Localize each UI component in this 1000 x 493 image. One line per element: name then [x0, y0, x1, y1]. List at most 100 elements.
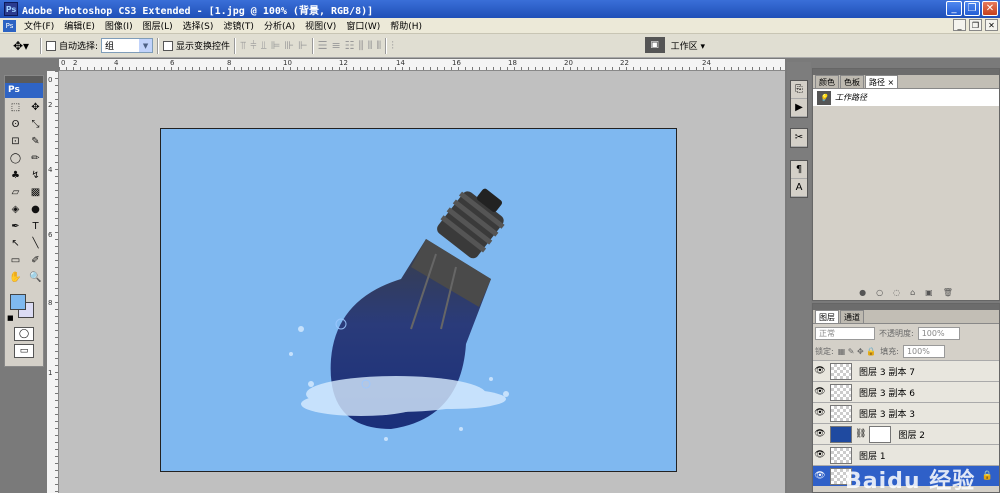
line-tool-icon[interactable]: ╲ [26, 235, 45, 251]
auto-align-layers-icon[interactable]: ⫶ [391, 39, 394, 53]
history-panel-icon[interactable]: ⎘ [791, 81, 807, 99]
stroke-path-icon[interactable]: ○ [876, 288, 883, 300]
blur-tool-icon[interactable]: ◈ [6, 201, 25, 217]
paragraph-panel-icon[interactable]: ¶ [791, 161, 807, 179]
actions-panel-icon[interactable]: ▶ [791, 99, 807, 117]
quick-mask-button[interactable]: ◯ [14, 327, 34, 341]
blend-mode-dropdown[interactable]: 正常 [815, 326, 875, 340]
camera-icon[interactable]: ▣ [644, 37, 665, 53]
tab-swatches[interactable]: 色板 [840, 75, 864, 88]
gradient-tool-icon[interactable]: ▩ [26, 184, 45, 200]
screen-mode-button[interactable]: ▭ [14, 344, 34, 358]
distribute-left-icon[interactable]: ⫼ [359, 39, 364, 53]
doc-minimize-button[interactable]: _ [953, 19, 966, 31]
eye-icon[interactable]: 👁 [813, 450, 827, 460]
align-right-icon[interactable]: ⊩ [298, 39, 308, 53]
eraser-tool-icon[interactable]: ▱ [6, 184, 25, 200]
doc-restore-button[interactable]: ❐ [969, 19, 982, 31]
photoshop-logo[interactable]: Ps [5, 83, 43, 98]
menu-view[interactable]: 视图(V) [300, 19, 341, 32]
panel-grip[interactable] [5, 76, 43, 83]
tab-paths[interactable]: 路径 × [865, 75, 899, 88]
foreground-color-swatch[interactable] [10, 294, 26, 310]
brush-tool-icon[interactable]: ✏ [26, 150, 45, 166]
eye-icon[interactable]: 👁 [813, 387, 827, 397]
zoom-tool-icon[interactable]: 🔍 [26, 269, 45, 285]
distribute-hcenter-icon[interactable]: ⦀ [368, 39, 373, 53]
layer-row[interactable]: 👁 图层 1 [813, 444, 999, 465]
opacity-field[interactable]: 100% [917, 326, 960, 340]
chain-link-icon[interactable]: ⛓ [855, 429, 866, 439]
hand-tool-icon[interactable]: ✋ [6, 269, 25, 285]
fill-path-icon[interactable]: ● [859, 288, 866, 300]
menu-analysis[interactable]: 分析(A) [259, 19, 300, 32]
clone-stamp-tool-icon[interactable]: ♣ [6, 167, 25, 183]
lasso-tool-icon[interactable]: ʘ [6, 116, 25, 132]
show-transform-checkbox[interactable]: 显示变换控件 [163, 39, 230, 52]
eyedropper-tool-icon[interactable]: ✐ [26, 252, 45, 268]
align-hcenter-icon[interactable]: ⊪ [284, 39, 294, 53]
tool-presets-icon[interactable]: ✂ [791, 129, 807, 147]
eye-icon[interactable]: 👁 [813, 366, 827, 376]
distribute-vcenter-icon[interactable]: ≡ [331, 39, 340, 53]
slice-tool-icon[interactable]: ✎ [26, 133, 45, 149]
menu-help[interactable]: 帮助(H) [385, 19, 427, 32]
menu-image[interactable]: 图像(I) [100, 19, 138, 32]
path-item[interactable]: 💡 工作路径 [813, 89, 999, 106]
make-path-icon[interactable]: ⌂ [910, 288, 915, 300]
healing-brush-tool-icon[interactable]: ◯ [6, 150, 25, 166]
align-top-icon[interactable]: ⫪ [240, 39, 246, 53]
doc-close-button[interactable]: ✕ [985, 19, 998, 31]
delete-path-icon[interactable]: 🗑 [943, 288, 953, 300]
checkbox-icon[interactable] [46, 40, 56, 51]
move-tool-icon[interactable]: ✥▾ [6, 37, 36, 55]
tab-layers[interactable]: 图层 [815, 310, 839, 323]
layer-row[interactable]: 👁 ⛓ 图层 2 [813, 423, 999, 444]
type-tool-icon[interactable]: T [26, 218, 45, 234]
menu-filter[interactable]: 滤镜(T) [218, 19, 259, 32]
image-canvas[interactable] [160, 128, 677, 472]
checkbox-icon[interactable] [163, 40, 174, 51]
eye-icon[interactable]: 👁 [813, 429, 827, 439]
close-button[interactable]: ✕ [982, 1, 998, 16]
lock-icons[interactable]: ▦ ✎ ✥ 🔒 [838, 347, 877, 356]
menu-file[interactable]: 文件(F) [19, 19, 59, 32]
character-panel-icon[interactable]: A [791, 179, 807, 197]
path-selection-tool-icon[interactable]: ↖ [6, 235, 25, 251]
eye-icon[interactable]: 👁 [813, 408, 827, 418]
tab-channels[interactable]: 通道 [840, 310, 864, 323]
layer-mask-thumbnail[interactable] [869, 425, 892, 443]
dodge-tool-icon[interactable]: ● [26, 201, 45, 217]
new-path-icon[interactable]: ▣ [925, 288, 933, 300]
align-left-icon[interactable]: ⊫ [271, 39, 281, 53]
auto-select-dropdown[interactable]: 组 ▼ [101, 38, 154, 53]
marquee-tool-icon[interactable]: ⬚ [6, 99, 25, 115]
menu-edit[interactable]: 编辑(E) [59, 19, 100, 32]
align-bottom-icon[interactable]: ⫫ [261, 39, 267, 53]
distribute-top-icon[interactable]: ☰ [318, 39, 328, 53]
default-colors-icon[interactable]: ■ [7, 314, 14, 322]
align-vcenter-icon[interactable]: ⫩ [250, 39, 256, 53]
move-tool-icon[interactable]: ✥ [26, 99, 45, 115]
menu-select[interactable]: 选择(S) [178, 19, 219, 32]
minimize-button[interactable]: _ [946, 1, 962, 16]
document-workspace[interactable] [59, 71, 785, 493]
menu-window[interactable]: 窗口(W) [341, 19, 385, 32]
layer-row[interactable]: 👁 图层 3 副本 7 [813, 360, 999, 381]
chevron-down-icon[interactable]: ▼ [139, 39, 153, 52]
crop-tool-icon[interactable]: ⊡ [6, 133, 25, 149]
pen-tool-icon[interactable]: ✒ [6, 218, 25, 234]
menu-layer[interactable]: 图层(L) [138, 19, 178, 32]
document-icon[interactable]: Ps [3, 19, 16, 32]
auto-select-checkbox[interactable]: 自动选择: [46, 39, 98, 52]
distribute-right-icon[interactable]: ⫴ [376, 39, 381, 53]
fill-field[interactable]: 100% [902, 344, 945, 358]
restore-button[interactable]: ❐ [964, 1, 980, 16]
workspace-button[interactable]: 工作区 ▾ [671, 39, 705, 52]
notes-tool-icon[interactable]: ▭ [6, 252, 25, 268]
distribute-bottom-icon[interactable]: ☷ [345, 39, 355, 53]
history-brush-tool-icon[interactable]: ↯ [26, 167, 45, 183]
eye-icon[interactable]: 👁 [813, 471, 827, 481]
tab-color[interactable]: 颜色 [815, 75, 839, 88]
layer-row[interactable]: 👁 图层 3 副本 6 [813, 381, 999, 402]
